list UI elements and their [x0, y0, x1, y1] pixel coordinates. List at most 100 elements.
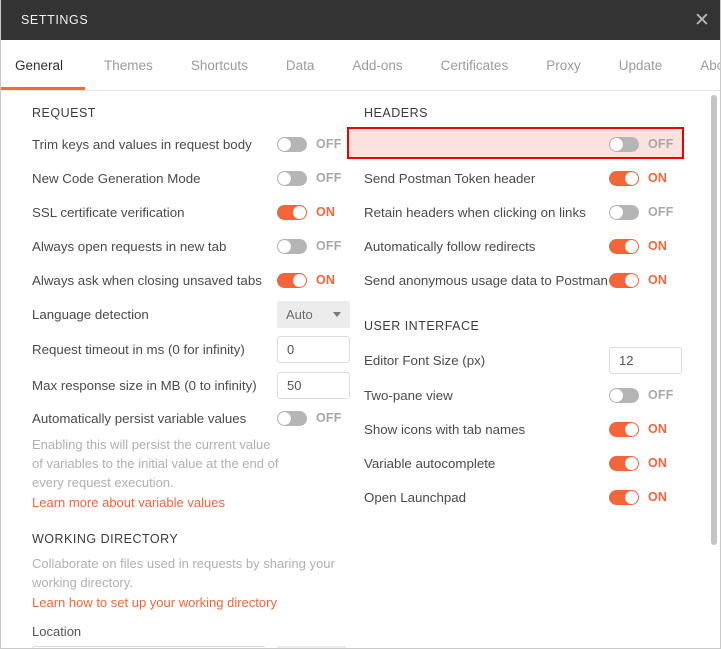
- toggle-track[interactable]: [609, 421, 639, 437]
- two-pane-view-toggle[interactable]: OFF: [609, 387, 674, 403]
- language-detection-value: Auto: [286, 306, 313, 322]
- toggle-knob: [625, 490, 638, 504]
- row-control: ON: [277, 272, 335, 288]
- working-directory-setup-link[interactable]: Learn how to set up your working directo…: [32, 595, 277, 610]
- variable-autocomplete-toggle[interactable]: ON: [609, 455, 667, 471]
- section-title-headers: HEADERS: [364, 106, 428, 120]
- row-control: OFF: [277, 170, 342, 186]
- tab-bar: General Themes Shortcuts Data Add-ons Certifi…: [1, 40, 720, 91]
- toggle-state-label: ON: [648, 273, 668, 287]
- working-directory-section: WORKING DIRECTORY Collaborate on files u…: [32, 532, 352, 648]
- row-label: Variable autocomplete: [364, 455, 496, 471]
- ssl-certificate-verification-toggle[interactable]: ON: [277, 204, 336, 220]
- toggle-track[interactable]: [609, 387, 639, 403]
- row-max-response-size: Max response size in MB (0 to infinity): [32, 367, 352, 403]
- toggle-track[interactable]: [609, 204, 639, 220]
- row-label: Always open requests in new tab: [32, 238, 227, 254]
- request-toggle-rows: Trim keys and values in request body OFF N…: [32, 127, 352, 297]
- trim-keys-and-values-in-request-body-toggle[interactable]: OFF: [277, 136, 342, 152]
- location-input[interactable]: [32, 646, 265, 648]
- toggle-state-label: OFF: [316, 171, 342, 185]
- show-icons-with-tab-names-toggle[interactable]: ON: [609, 421, 667, 437]
- persist-variable-values-toggle[interactable]: OFF: [277, 410, 342, 426]
- toggle-track[interactable]: [277, 410, 307, 426]
- headers-toggle-rows: Send no-cache header OFF Send Postman Toke…: [347, 127, 694, 297]
- row-ssl-certificate-verification: SSL certificate verification ON: [32, 195, 352, 229]
- row-control: ON: [609, 170, 667, 186]
- retain-headers-when-clicking-on-links-toggle[interactable]: OFF: [609, 204, 674, 220]
- row-automatically-follow-redirects: Automatically follow redirects ON: [364, 229, 694, 263]
- new-code-generation-mode-toggle[interactable]: OFF: [277, 170, 342, 186]
- request-timeout-input[interactable]: [277, 335, 350, 363]
- send-anonymous-usage-data-to-postman-toggle[interactable]: ON: [609, 272, 668, 288]
- language-detection-select[interactable]: Auto: [277, 300, 350, 328]
- learn-more-variable-values-link[interactable]: Learn more about variable values: [32, 495, 225, 510]
- toggle-state-label: OFF: [316, 137, 342, 151]
- row-label: New Code Generation Mode: [32, 170, 201, 186]
- toggle-track[interactable]: [609, 489, 639, 505]
- tab-certificates[interactable]: Certificates: [422, 40, 528, 90]
- toggle-track[interactable]: [277, 238, 307, 254]
- toggle-knob: [610, 137, 623, 151]
- toggle-track[interactable]: [609, 136, 639, 152]
- send-postman-token-header-toggle[interactable]: ON: [609, 170, 667, 186]
- persist-variable-values-helper: Enabling this will persist the current v…: [32, 437, 279, 490]
- row-label: Send anonymous usage data to Postman: [364, 272, 608, 288]
- send-no-cache-header-toggle[interactable]: OFF: [609, 136, 674, 152]
- row-label: Trim keys and values in request body: [32, 136, 252, 152]
- tab-add-ons[interactable]: Add-ons: [333, 40, 421, 90]
- scrollbar-thumb[interactable]: [711, 95, 717, 545]
- settings-content: REQUEST Trim keys and values in request …: [1, 91, 720, 648]
- row-trim-keys-and-values-in-request-body: Trim keys and values in request body OFF: [32, 127, 352, 161]
- max-response-size-input[interactable]: [277, 371, 350, 399]
- row-variable-autocomplete: Variable autocomplete ON: [364, 446, 694, 480]
- toggle-track[interactable]: [277, 272, 307, 288]
- row-control: ON: [609, 421, 667, 437]
- choose-directory-button[interactable]: Choose: [277, 646, 346, 648]
- tab-shortcuts[interactable]: Shortcuts: [172, 40, 267, 90]
- tab-proxy[interactable]: Proxy: [527, 40, 600, 90]
- row-language-detection: Language detection Auto: [32, 297, 352, 331]
- tab-about[interactable]: About: [681, 40, 720, 90]
- toggle-knob: [625, 239, 638, 253]
- chevron-down-icon: [333, 311, 341, 317]
- tab-general[interactable]: General: [1, 40, 86, 90]
- close-icon[interactable]: ✕: [689, 8, 715, 34]
- toggle-track[interactable]: [609, 272, 639, 288]
- toggle-track[interactable]: [609, 170, 639, 186]
- toggle-track[interactable]: [609, 238, 639, 254]
- toggle-track[interactable]: [277, 170, 307, 186]
- toggle-track[interactable]: [277, 136, 307, 152]
- row-always-open-requests-in-new-tab: Always open requests in new tab OFF: [32, 229, 352, 263]
- row-control: OFF: [609, 387, 674, 403]
- row-new-code-generation-mode: New Code Generation Mode OFF: [32, 161, 352, 195]
- editor-font-size-input[interactable]: [609, 346, 682, 374]
- tab-data[interactable]: Data: [267, 40, 334, 90]
- working-directory-helper: Collaborate on files used in requests by…: [32, 556, 335, 590]
- section-title-working-directory: WORKING DIRECTORY: [32, 532, 179, 546]
- toggle-state-label: OFF: [648, 205, 674, 219]
- always-ask-when-closing-unsaved-tabs-toggle[interactable]: ON: [277, 272, 335, 288]
- toggle-knob: [293, 205, 306, 219]
- toggle-track[interactable]: [609, 455, 639, 471]
- toggle-state-label: OFF: [316, 239, 342, 253]
- always-open-requests-in-new-tab-toggle[interactable]: OFF: [277, 238, 342, 254]
- row-label: Show icons with tab names: [364, 421, 526, 437]
- right-column: HEADERS Send no-cache header OFF Send Post…: [347, 91, 694, 514]
- tab-themes[interactable]: Themes: [85, 40, 172, 90]
- toggle-knob: [610, 388, 623, 402]
- row-control: OFF: [609, 204, 674, 220]
- toggle-state-label: OFF: [648, 137, 674, 151]
- toggle-state-label: ON: [316, 205, 336, 219]
- row-two-pane-view: Two-pane view OFF: [364, 378, 694, 412]
- tab-update[interactable]: Update: [600, 40, 682, 90]
- toggle-track[interactable]: [277, 204, 307, 220]
- toggle-knob: [610, 205, 623, 219]
- row-control: OFF: [609, 136, 674, 152]
- toggle-knob: [293, 273, 306, 287]
- automatically-follow-redirects-toggle[interactable]: ON: [609, 238, 667, 254]
- row-control: ON: [609, 455, 667, 471]
- row-control: OFF: [277, 410, 342, 426]
- row-label: Two-pane view: [364, 387, 453, 403]
- open-launchpad-toggle[interactable]: ON: [609, 489, 667, 505]
